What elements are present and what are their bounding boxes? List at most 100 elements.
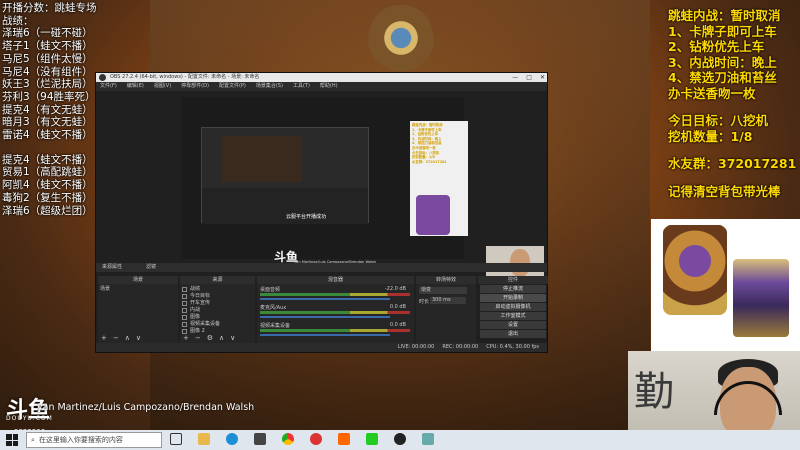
- scenes-dock-header: 场景: [98, 276, 178, 284]
- maximize-icon[interactable]: □: [526, 73, 532, 82]
- obs-preview[interactable]: 云服平台开播成功 跳蛙内战：暂时取消 1、卡牌子即可上车 2、钻粉优先上车 3、…: [181, 97, 544, 282]
- rec-status: REC: 00:00:00: [442, 344, 479, 350]
- volume-meter: [260, 311, 410, 314]
- wechat-icon[interactable]: [366, 433, 378, 445]
- transitions-dock-header: 转场特效: [416, 276, 476, 284]
- mixer-channel: 麦克风/Aux 0.0 dB: [260, 304, 410, 318]
- windows-taskbar: ⌕ 在这里输入你要搜索的内容: [0, 430, 800, 450]
- rules-overlay: 跳蛙内战：暂时取消 1、卡牌子即可上车 2、钻粉优先上车 3、内战时间：晚上 4…: [668, 8, 800, 199]
- obs-app-icon: [99, 74, 106, 81]
- scene-item[interactable]: 场景: [100, 286, 110, 293]
- remove-icon[interactable]: −: [113, 334, 119, 342]
- overlay-line: 马尼5（组件太慢）: [2, 52, 93, 65]
- mixer-dock-header: 混音器: [257, 276, 414, 284]
- transitions-dock: 渐变 时长 300 ms: [416, 284, 476, 344]
- source-item[interactable]: 内战: [182, 307, 220, 314]
- image-viewer-icon[interactable]: [422, 433, 434, 445]
- add-icon[interactable]: +: [183, 334, 189, 342]
- goal-line: 今日目标：八挖机: [668, 113, 769, 128]
- rules-line: 2、钻粉优先上车: [668, 39, 765, 54]
- hero-card-panel: [651, 219, 800, 351]
- hearthstone-emblem: [368, 2, 434, 82]
- overlay-line: 战绩：: [2, 14, 34, 27]
- count-line: 挖机数量：1/8: [668, 128, 753, 144]
- obs-taskbar-icon[interactable]: [394, 433, 406, 445]
- volume-slider[interactable]: [260, 298, 390, 300]
- menu-file[interactable]: 文件(F): [100, 82, 117, 91]
- windows-start-icon[interactable]: [6, 434, 18, 446]
- image-source-icon: [182, 315, 187, 320]
- nested-obs-window: [201, 127, 369, 224]
- menu-tools[interactable]: 工具(T): [293, 82, 310, 91]
- source-properties-button[interactable]: 来源属性: [102, 263, 122, 272]
- fan-group-line: 水友群：372017281: [668, 156, 797, 171]
- stop-streaming-button[interactable]: 停止推流: [480, 285, 546, 293]
- mixer-channel: 视频采集设备 0.0 dB: [260, 322, 410, 336]
- music-credit: yan Martinez/Luis Campozano/Brendan Wals…: [37, 402, 255, 413]
- douyu-app-icon[interactable]: [338, 433, 350, 445]
- text-source-icon: [182, 308, 187, 313]
- minimize-icon[interactable]: —: [512, 73, 518, 82]
- menu-view[interactable]: 视图(V): [154, 82, 171, 91]
- search-icon: ⌕: [31, 435, 35, 444]
- move-down-icon[interactable]: ∨: [230, 334, 235, 342]
- move-down-icon[interactable]: ∨: [136, 334, 141, 342]
- hero-portrait-image: [663, 225, 727, 315]
- rules-line: 3、内战时间：晚上: [668, 54, 777, 70]
- text-source-icon: [182, 301, 187, 306]
- calligraphy-scroll: 勤: [634, 369, 674, 415]
- move-up-icon[interactable]: ∧: [125, 334, 130, 342]
- rules-line: 4、禁选刀油和苔丝: [668, 70, 777, 85]
- remove-icon[interactable]: −: [195, 334, 201, 342]
- menu-edit[interactable]: 编辑(E): [127, 82, 144, 91]
- menu-docks[interactable]: 停靠部件(D): [181, 82, 209, 91]
- rules-title: 跳蛙内战：暂时取消: [668, 8, 781, 23]
- obs-menubar: 文件(F) 编辑(E) 视图(V) 停靠部件(D) 配置文件(P) 场景集合(S…: [96, 82, 547, 91]
- duration-label: 时长: [419, 299, 430, 305]
- duration-input[interactable]: 300 ms: [430, 297, 466, 304]
- move-up-icon[interactable]: ∧: [219, 334, 224, 342]
- studio-mode-button[interactable]: 工作室模式: [480, 312, 546, 320]
- live-status: LIVE: 00:00:00: [397, 344, 435, 350]
- sources-dock-header: 来源: [180, 276, 255, 284]
- app-icon[interactable]: [254, 433, 266, 445]
- filters-button[interactable]: 滤镜: [146, 263, 156, 272]
- volume-meter: [260, 293, 410, 296]
- settings-button[interactable]: 设置: [480, 321, 546, 329]
- gear-icon[interactable]: ⚙: [207, 334, 213, 342]
- stream-screen: 开播分数：跳蛙专场 战绩： 泽瑞6（一碰不碰） 塔子1（蛙文不播） 马尼5（组件…: [0, 0, 800, 450]
- volume-slider[interactable]: [260, 334, 390, 336]
- preview-hero-image: [416, 195, 450, 235]
- obs-titlebar[interactable]: OBS 27.2.4 (64-bit, windows) - 配置文件: 未命名…: [96, 73, 547, 82]
- menu-scene-collection[interactable]: 场景集合(S): [256, 82, 283, 91]
- menu-help[interactable]: 帮助(H): [320, 82, 338, 91]
- source-item[interactable]: 战绩: [182, 286, 220, 293]
- add-icon[interactable]: +: [101, 334, 107, 342]
- taskbar-search-box[interactable]: ⌕ 在这里输入你要搜索的内容: [26, 432, 162, 448]
- start-recording-button[interactable]: 开始录制: [480, 294, 546, 302]
- menu-profile[interactable]: 配置文件(P): [219, 82, 246, 91]
- obs-title-text: OBS 27.2.4 (64-bit, windows) - 配置文件: 未命名…: [110, 74, 260, 80]
- overlay-line: 泽瑞6（一碰不碰）: [2, 27, 93, 40]
- file-explorer-icon[interactable]: [198, 433, 210, 445]
- sources-dock: 战绩 今日目标 开车宣传 内战 图像 视频采集设备 图像 2 + − ⚙ ∧ ∨: [180, 284, 255, 344]
- close-icon[interactable]: ✕: [540, 73, 545, 82]
- task-view-icon[interactable]: [170, 433, 182, 445]
- chrome-icon[interactable]: [282, 433, 294, 445]
- volume-slider[interactable]: [260, 316, 390, 318]
- text-source-icon: [182, 287, 187, 292]
- source-item[interactable]: 开车宣传: [182, 300, 220, 307]
- obs-window[interactable]: OBS 27.2.4 (64-bit, windows) - 配置文件: 未命名…: [95, 72, 548, 353]
- netease-music-icon[interactable]: [310, 433, 322, 445]
- search-placeholder: 在这里输入你要搜索的内容: [38, 436, 123, 444]
- scenes-dock: 场景 + − ∧ ∨: [98, 284, 178, 344]
- rules-line: 1、卡牌子即可上车: [668, 23, 777, 39]
- source-item[interactable]: 今日目标: [182, 293, 220, 300]
- rules-line: 办卡送香吻一枚: [668, 85, 756, 101]
- transition-select[interactable]: 渐变: [419, 287, 467, 294]
- virtual-camera-button[interactable]: 启动虚拟摄像机: [480, 303, 546, 311]
- source-item[interactable]: 视频采集设备: [182, 321, 220, 328]
- source-item[interactable]: 图像: [182, 314, 220, 321]
- edge-icon[interactable]: [226, 433, 238, 445]
- exit-button[interactable]: 退出: [480, 330, 546, 338]
